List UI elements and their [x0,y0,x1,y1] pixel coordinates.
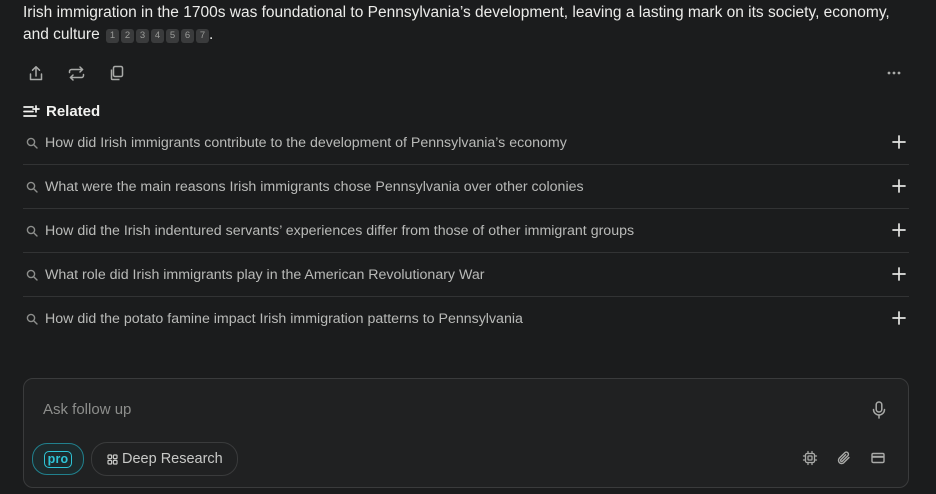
model-chip-icon[interactable] [802,450,818,466]
citation-5[interactable]: 5 [166,29,180,43]
related-title: Related [46,102,101,120]
pro-label: pro [43,450,73,468]
follow-up-input[interactable]: Ask follow up [43,401,131,418]
related-item-label: How did Irish immigrants contribute to t… [45,134,567,151]
search-icon [25,312,39,326]
deep-research-button[interactable]: Deep Research [91,442,238,476]
plus-icon[interactable] [891,134,907,150]
citation-1[interactable]: 1 [106,29,120,43]
citation-3[interactable]: 3 [136,29,150,43]
search-icon [25,180,39,194]
plus-icon[interactable] [891,266,907,282]
citation-6[interactable]: 6 [181,29,195,43]
related-item[interactable]: What role did Irish immigrants play in t… [23,253,909,297]
related-item-label: What were the main reasons Irish immigra… [45,178,584,195]
search-icon [25,136,39,150]
plus-icon[interactable] [891,178,907,194]
deep-research-label: Deep Research [122,451,223,467]
citation-4[interactable]: 4 [151,29,165,43]
related-item-label: How did the potato famine impact Irish i… [45,310,523,327]
answer-toolbar [26,63,906,83]
related-item[interactable]: What were the main reasons Irish immigra… [23,165,909,209]
search-icon [25,268,39,282]
related-item[interactable]: How did Irish immigrants contribute to t… [23,121,909,165]
related-header: Related [23,101,100,121]
related-item-label: How did the Irish indentured servants’ e… [45,222,635,239]
more-icon[interactable] [884,63,904,83]
answer-page: Irish immigration in the 1700s was found… [0,0,936,494]
related-item[interactable]: How did the Irish indentured servants’ e… [23,209,909,253]
plus-icon[interactable] [891,310,907,326]
related-item[interactable]: How did the potato famine impact Irish i… [23,297,909,340]
follow-up-composer[interactable]: Ask follow up pro Deep Research [23,378,909,488]
attach-icon[interactable] [836,450,852,466]
deep-research-icon [107,453,118,465]
rewrite-icon[interactable] [66,63,86,83]
answer-end-punct: . [209,26,214,43]
related-item-label: What role did Irish immigrants play in t… [45,266,485,283]
search-icon [25,224,39,238]
share-icon[interactable] [26,63,46,83]
microphone-icon[interactable] [872,401,886,419]
answer-text: Irish immigration in the 1700s was found… [23,2,903,46]
copy-icon[interactable] [106,63,126,83]
citation-2[interactable]: 2 [121,29,135,43]
citation-7[interactable]: 7 [196,29,210,43]
plus-icon[interactable] [891,222,907,238]
card-icon[interactable] [870,450,886,466]
pro-toggle-button[interactable]: pro [32,443,84,475]
related-icon [23,104,40,118]
related-list: How did Irish immigrants contribute to t… [23,121,909,340]
